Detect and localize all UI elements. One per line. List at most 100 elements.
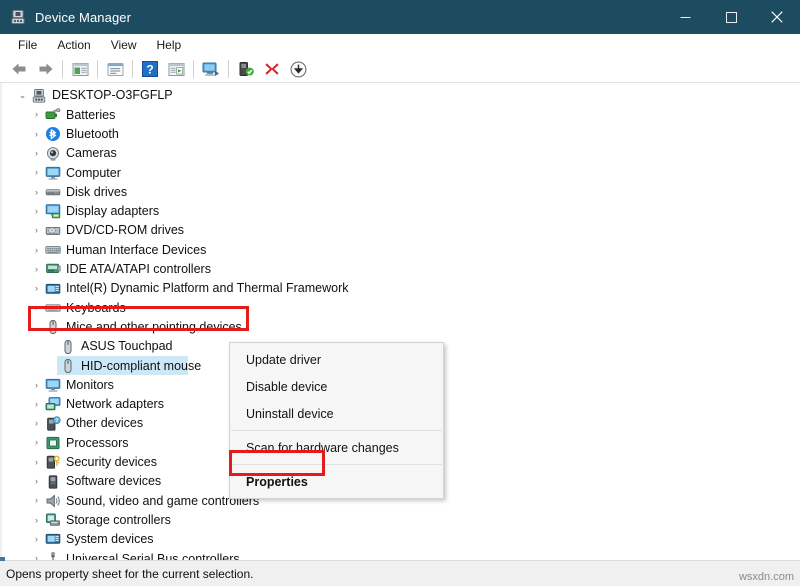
uninstall-device-icon[interactable] — [259, 57, 285, 81]
device-manager-icon — [10, 9, 26, 25]
tree-node-label: Display adapters — [66, 204, 160, 219]
tree-node-intel-dptf[interactable]: › Intel(R) Dynamic Platform and Thermal … — [2, 279, 800, 298]
chevron-right-icon[interactable]: › — [28, 419, 45, 428]
chevron-right-icon[interactable]: › — [28, 515, 45, 525]
tree-node-label: Universal Serial Bus controllers — [66, 551, 240, 560]
tree-node-label: Processors — [66, 435, 129, 450]
update-driver-icon[interactable] — [163, 57, 189, 81]
tree-node-label: Disk drives — [66, 184, 128, 199]
chevron-down-icon[interactable]: ⌄ — [14, 91, 31, 100]
context-menu-item-uninstall-device[interactable]: Uninstall device — [230, 400, 443, 427]
tree-node-label: Network adapters — [66, 397, 164, 412]
show-hide-console-tree-icon[interactable] — [67, 57, 93, 81]
menu-file[interactable]: File — [8, 36, 47, 55]
tree-node-cameras[interactable]: › Cameras — [2, 144, 800, 163]
tree-node-bluetooth[interactable]: › Bluetooth — [2, 125, 800, 144]
chevron-right-icon[interactable]: › — [28, 129, 45, 139]
chevron-right-icon[interactable]: › — [28, 226, 45, 235]
display-adapter-icon — [45, 203, 61, 219]
chevron-right-icon[interactable]: › — [28, 206, 45, 216]
properties-icon[interactable] — [102, 57, 128, 81]
tree-node-label: Monitors — [66, 377, 114, 392]
context-menu-item-update-driver[interactable]: Update driver — [230, 346, 443, 373]
chevron-right-icon[interactable]: › — [28, 110, 45, 119]
tree-node-human-interface-devices[interactable]: › Human Interface Devices — [2, 240, 800, 259]
menu-help[interactable]: Help — [147, 36, 192, 55]
tree-node-label: Cameras — [66, 146, 117, 161]
context-menu-item-scan-for-hardware-changes[interactable]: Scan for hardware changes — [230, 434, 443, 461]
tree-node-batteries[interactable]: › Batteries — [2, 105, 800, 124]
scan-hardware-changes-icon[interactable] — [198, 57, 224, 81]
tree-root-node[interactable]: ⌄ DESKTOP-O3FGFLP — [2, 86, 800, 105]
device-tree-panel[interactable]: ⌄ DESKTOP-O3FGFLP › Batteries › Bluetoot… — [0, 83, 800, 560]
chevron-right-icon[interactable]: › — [28, 168, 45, 177]
software-device-icon — [45, 474, 61, 490]
help-icon[interactable]: ? — [137, 57, 163, 81]
menu-view[interactable]: View — [101, 36, 147, 55]
context-menu-item-properties[interactable]: Properties — [230, 468, 443, 495]
chevron-right-icon[interactable]: › — [28, 149, 45, 158]
chevron-right-icon[interactable]: › — [28, 399, 45, 409]
tree-node-label: Other devices — [66, 416, 144, 431]
context-menu-separator — [231, 430, 442, 431]
tree-node-label: Software devices — [66, 474, 162, 489]
chevron-right-icon[interactable]: › — [28, 245, 45, 255]
back-arrow-icon[interactable] — [6, 57, 32, 81]
tree-node-label: Intel(R) Dynamic Platform and Thermal Fr… — [66, 281, 349, 296]
chevron-right-icon[interactable]: › — [28, 264, 45, 274]
tree-node-label: HID-compliant mouse — [81, 358, 202, 373]
tree-node-label: Mice and other pointing devices — [66, 319, 242, 334]
status-text: Opens property sheet for the current sel… — [6, 566, 254, 581]
tree-node-label: Security devices — [66, 455, 158, 470]
tree-node-label: Human Interface Devices — [66, 242, 207, 257]
tree-node-label: Storage controllers — [66, 512, 171, 527]
chevron-right-icon[interactable]: › — [28, 534, 45, 544]
chevron-right-icon[interactable]: › — [28, 284, 45, 293]
maximize-icon[interactable] — [708, 0, 754, 34]
unknown-device-icon: ? — [45, 416, 61, 432]
context-menu-item-disable-device[interactable]: Disable device — [230, 373, 443, 400]
tree-node-label: Bluetooth — [66, 126, 119, 141]
chevron-down-icon[interactable]: ⌄ — [28, 322, 45, 332]
tree-node-display-adapters[interactable]: › Display adapters — [2, 202, 800, 221]
minimize-icon[interactable] — [662, 0, 708, 34]
chevron-right-icon[interactable]: › — [28, 380, 45, 390]
tree-node-computer[interactable]: › Computer — [2, 163, 800, 182]
titlebar: Device Manager — [0, 0, 800, 34]
monitor-icon — [45, 165, 61, 181]
tree-node-storage-controllers[interactable]: › Storage controllers — [2, 511, 800, 530]
toolbar-separator — [97, 60, 98, 78]
usb-icon — [45, 551, 61, 560]
forward-arrow-icon[interactable] — [32, 57, 58, 81]
chevron-right-icon[interactable]: › — [28, 496, 45, 505]
context-menu[interactable]: Update driver Disable device Uninstall d… — [229, 342, 444, 499]
tree-node-usb-controllers[interactable]: › Universal Serial Bus controllers — [2, 549, 800, 560]
tree-node-label: Computer — [66, 165, 121, 180]
chevron-right-icon[interactable]: › — [28, 187, 45, 197]
close-icon[interactable] — [754, 0, 800, 34]
menubar: File Action View Help — [0, 34, 800, 56]
storage-controller-icon — [45, 512, 61, 528]
toolbar-separator — [132, 60, 133, 78]
chevron-right-icon[interactable]: › — [28, 457, 45, 467]
tree-node-label: DVD/CD-ROM drives — [66, 223, 185, 238]
tree-node-label: IDE ATA/ATAPI controllers — [66, 262, 211, 277]
mouse-icon — [60, 339, 76, 355]
enable-device-icon[interactable] — [233, 57, 259, 81]
tree-node-dvd-drives[interactable]: › DVD/CD-ROM drives — [2, 221, 800, 240]
tree-node-label: System devices — [66, 532, 154, 547]
chevron-right-icon[interactable]: › — [28, 438, 45, 447]
tree-node-mice-and-pointing-devices[interactable]: ⌄ Mice and other pointing devices — [2, 318, 800, 337]
chevron-right-icon[interactable]: › — [28, 477, 45, 486]
tree-node-ide-controllers[interactable]: › IDE ATA/ATAPI controllers — [2, 260, 800, 279]
system-device-icon — [45, 281, 61, 297]
system-device-icon — [45, 531, 61, 547]
disable-device-icon[interactable] — [285, 57, 311, 81]
tree-node-disk-drives[interactable]: › Disk drives — [2, 182, 800, 201]
disk-drive-icon — [45, 184, 61, 200]
tree-node-system-devices[interactable]: › System devices — [2, 530, 800, 549]
statusbar: Opens property sheet for the current sel… — [0, 557, 800, 586]
chevron-right-icon[interactable]: › — [28, 303, 45, 312]
menu-action[interactable]: Action — [47, 36, 100, 55]
tree-node-keyboards[interactable]: › Keyboards — [2, 298, 800, 317]
